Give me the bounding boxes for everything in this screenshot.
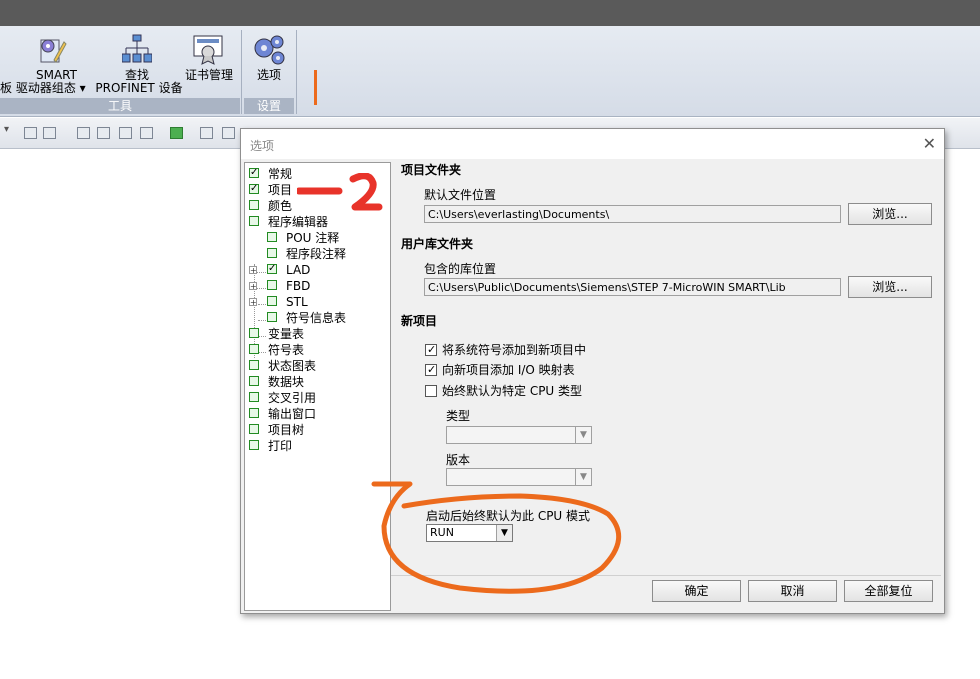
tree-check-icon bbox=[249, 376, 259, 386]
cancel-button[interactable]: 取消 bbox=[748, 580, 837, 602]
tree-check-icon bbox=[249, 165, 259, 181]
toolbar-icon-3[interactable] bbox=[77, 127, 90, 139]
tree-item-label: 项目树 bbox=[268, 423, 305, 437]
tree-item-label: 符号表 bbox=[268, 343, 305, 357]
new-project-title: 新项目 bbox=[401, 314, 438, 328]
certificate-label: 证书管理 bbox=[184, 68, 233, 82]
tree-check-icon bbox=[267, 280, 277, 290]
profinet-device-label: PROFINET 设备 bbox=[95, 81, 183, 95]
tree-check-icon bbox=[249, 392, 259, 402]
tree-check-icon bbox=[249, 200, 259, 210]
tree-check-icon bbox=[267, 248, 277, 258]
tree-check-icon bbox=[249, 344, 259, 354]
tree-item-label: 常规 bbox=[268, 167, 293, 181]
tree-item-label: STL bbox=[286, 295, 308, 309]
default-location-field[interactable]: C:\Users\everlasting\Documents\ bbox=[424, 205, 841, 223]
tree-item-label: 项目 bbox=[268, 183, 293, 197]
tree-check-icon bbox=[249, 408, 259, 418]
tree-check-icon bbox=[267, 261, 277, 277]
library-folder-title: 用户库文件夹 bbox=[401, 237, 474, 251]
orange-circle-annotation bbox=[371, 481, 622, 594]
tree-item-label: FBD bbox=[286, 279, 311, 293]
tree-item-label: LAD bbox=[286, 263, 311, 277]
title-bar bbox=[0, 0, 980, 26]
tree-check-icon bbox=[249, 181, 259, 197]
tree-item-label: POU 注释 bbox=[286, 231, 340, 245]
tree-check-icon bbox=[249, 360, 259, 370]
tree-line bbox=[258, 320, 266, 321]
reset-all-button[interactable]: 全部复位 bbox=[844, 580, 933, 602]
toolbar-icon-5[interactable] bbox=[119, 127, 132, 139]
dropdown-arrow-icon[interactable]: ▾ bbox=[4, 124, 17, 136]
tree-check-icon bbox=[249, 328, 259, 338]
library-location-field[interactable]: C:\Users\Public\Documents\Siemens\STEP 7… bbox=[424, 278, 841, 296]
tree-item-label: 符号信息表 bbox=[286, 311, 347, 325]
checkbox-checked-icon bbox=[425, 362, 437, 378]
library-location-label: 包含的库位置 bbox=[424, 262, 497, 276]
dialog-title: 选项 bbox=[250, 139, 275, 153]
smart-drive-config-icon bbox=[40, 39, 67, 63]
checkbox-unchecked-icon bbox=[425, 385, 437, 397]
tree-item-label: 程序编辑器 bbox=[268, 215, 329, 229]
certificate-icon bbox=[193, 35, 223, 65]
tree-item-label: 数据块 bbox=[268, 375, 305, 389]
ok-button[interactable]: 确定 bbox=[652, 580, 741, 602]
settings-group-label: 设置 bbox=[244, 98, 294, 114]
tree-item-label: 变量表 bbox=[268, 327, 305, 341]
version-label: 版本 bbox=[446, 453, 471, 467]
expand-icon[interactable]: + bbox=[249, 266, 257, 275]
tree-check-icon bbox=[249, 440, 259, 450]
find-profinet-icon bbox=[122, 34, 152, 63]
checkbox-label: 将系统符号添加到新项目中 bbox=[442, 343, 587, 357]
group-separator bbox=[296, 30, 297, 114]
tree-check-icon bbox=[267, 312, 277, 322]
tree-item-label: 颜色 bbox=[268, 199, 293, 213]
toolbar-icon-2[interactable] bbox=[43, 127, 56, 139]
tree-check-icon bbox=[249, 424, 259, 434]
browse-library-button[interactable]: 浏览... bbox=[848, 276, 932, 298]
tree-check-icon bbox=[267, 296, 277, 306]
checkbox-label: 始终默认为特定 CPU 类型 bbox=[442, 384, 583, 398]
toolbar-icon-6[interactable] bbox=[140, 127, 153, 139]
chevron-down-icon: ▼ bbox=[575, 427, 591, 443]
default-location-label: 默认文件位置 bbox=[424, 188, 497, 202]
expand-icon[interactable]: + bbox=[249, 282, 257, 291]
group-separator bbox=[241, 30, 242, 114]
ribbon: SMART 板 驱动器组态 ▾ 查找 PROFINET 设备 证书管理 工具 选… bbox=[0, 26, 980, 117]
checkbox-checked-icon bbox=[425, 342, 437, 358]
toolbar-icon-1[interactable] bbox=[24, 127, 37, 139]
close-icon[interactable]: ✕ bbox=[923, 134, 936, 153]
orange-annotation-line bbox=[314, 70, 317, 105]
handwritten-annotation bbox=[297, 173, 383, 211]
lock-icon[interactable] bbox=[200, 127, 213, 139]
type-label: 类型 bbox=[446, 409, 471, 423]
browse-default-button[interactable]: 浏览... bbox=[848, 203, 932, 225]
dialog-title-bar: 选项 ✕ bbox=[241, 129, 944, 159]
tree-item-label: 打印 bbox=[268, 439, 293, 453]
options-tree: 常规 项目 颜色 程序编辑器 POU 注释 程序段注释 + LAD + bbox=[244, 162, 391, 611]
tree-check-icon bbox=[249, 216, 259, 226]
toolbar-icon-7[interactable] bbox=[222, 127, 235, 139]
project-folder-title: 项目文件夹 bbox=[401, 163, 462, 177]
tree-item-label: 程序段注释 bbox=[286, 247, 347, 261]
toolbar-icon-green[interactable] bbox=[170, 127, 183, 139]
drive-config-label: 板 驱动器组态 ▾ bbox=[0, 81, 86, 95]
cpu-type-select[interactable]: ▼ bbox=[446, 426, 592, 444]
tree-line bbox=[258, 304, 266, 305]
tree-check-icon bbox=[267, 232, 277, 242]
tree-item-label: 输出窗口 bbox=[268, 407, 317, 421]
tools-group-label: 工具 bbox=[0, 98, 240, 114]
tree-line bbox=[258, 336, 266, 337]
toolbar-icon-4[interactable] bbox=[97, 127, 110, 139]
options-gears-icon bbox=[254, 35, 285, 65]
checkbox-label: 向新项目添加 I/O 映射表 bbox=[442, 363, 575, 377]
expand-icon[interactable]: + bbox=[249, 298, 257, 307]
options-label: 选项 bbox=[256, 68, 281, 82]
tree-item-label: 状态图表 bbox=[268, 359, 317, 373]
tree-item-label: 交叉引用 bbox=[268, 391, 317, 405]
